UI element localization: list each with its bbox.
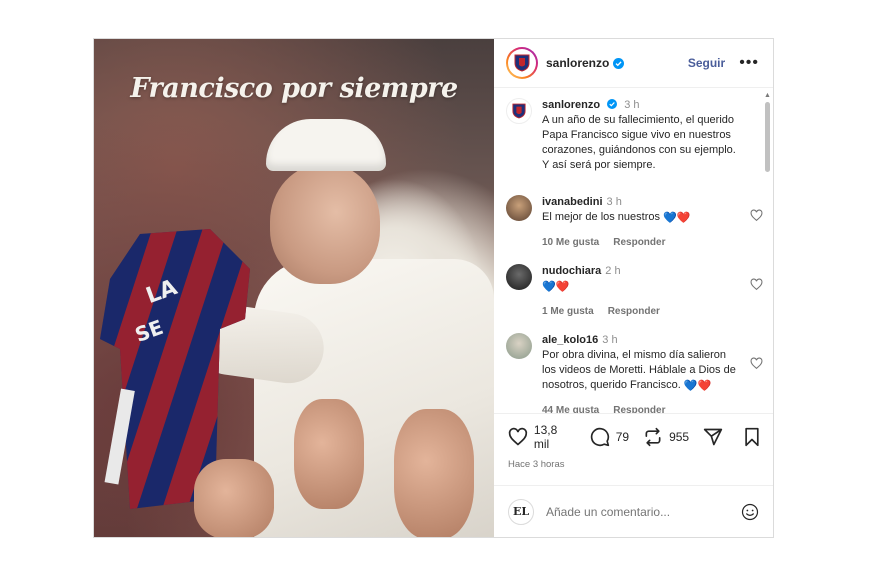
like-comment-heart-icon[interactable] bbox=[750, 209, 763, 222]
more-options-button[interactable]: ••• bbox=[739, 54, 759, 72]
caption-username[interactable]: sanlorenzo bbox=[542, 99, 600, 111]
image-figure-face bbox=[270, 164, 380, 284]
add-comment-bar: EL bbox=[494, 485, 773, 537]
comments-scrollbar[interactable]: ▲ ▼ bbox=[764, 92, 771, 413]
save-bookmark-icon[interactable] bbox=[743, 427, 761, 447]
san-lorenzo-crest-icon bbox=[514, 54, 530, 72]
comment-emoji: 💙❤️ bbox=[542, 281, 570, 293]
share-button[interactable] bbox=[703, 427, 729, 447]
caption-avatar[interactable] bbox=[506, 98, 532, 124]
comment-username[interactable]: ivanabedini bbox=[542, 196, 603, 208]
follow-button[interactable]: Seguir bbox=[688, 56, 725, 70]
share-send-icon bbox=[703, 428, 723, 445]
repost-count: 955 bbox=[669, 429, 690, 444]
comment-bubble-icon bbox=[590, 427, 609, 446]
like-comment-heart-icon[interactable] bbox=[750, 357, 763, 370]
comment-username[interactable]: ale_kolo16 bbox=[542, 334, 598, 346]
verified-badge-icon bbox=[607, 99, 618, 109]
post-actions-bar: 13,8 mil 79 955 bbox=[494, 413, 773, 459]
image-title: Francisco por siempre bbox=[130, 73, 458, 104]
comment-likes[interactable]: 1 Me gusta bbox=[542, 306, 594, 317]
instagram-post-card: LA SE Francisco por siempre sanlorenzo S… bbox=[93, 38, 774, 538]
repost-icon bbox=[645, 427, 661, 446]
comment-button[interactable]: 79 bbox=[590, 427, 629, 447]
comment-count: 79 bbox=[615, 429, 630, 444]
comment-avatar[interactable] bbox=[506, 333, 532, 359]
reply-button[interactable]: Responder bbox=[613, 237, 665, 248]
post-side-panel: sanlorenzo Seguir ••• ▲ ▼ bbox=[494, 39, 773, 537]
caption-time: 3 h bbox=[624, 99, 640, 111]
comment-emoji: 💙❤️ bbox=[663, 212, 691, 224]
post-header: sanlorenzo Seguir ••• bbox=[494, 39, 773, 88]
heart-icon bbox=[508, 427, 528, 446]
add-comment-input[interactable] bbox=[546, 504, 741, 519]
scroll-up-arrow-icon[interactable]: ▲ bbox=[764, 92, 771, 99]
comment-item: ivanabedini 3 h El mejor de los nuestros … bbox=[506, 195, 763, 250]
comment-text: El mejor de los nuestros bbox=[542, 211, 660, 223]
current-user-avatar[interactable]: EL bbox=[508, 498, 534, 525]
repost-button[interactable]: 955 bbox=[643, 427, 689, 447]
reply-button[interactable]: Responder bbox=[608, 306, 660, 317]
comments-list[interactable]: ▲ ▼ sanlorenzo 3 h A un bbox=[494, 88, 773, 413]
caption-text: A un año de su fallecimiento, el querido… bbox=[542, 114, 736, 171]
reply-button[interactable]: Responder bbox=[613, 405, 665, 413]
comment-item: ale_kolo16 3 h Por obra divina, el mismo … bbox=[506, 333, 763, 413]
like-button[interactable]: 13,8 mil bbox=[508, 423, 576, 451]
avatar[interactable] bbox=[506, 47, 538, 79]
san-lorenzo-crest-icon bbox=[512, 103, 526, 119]
image-figure-zucchetto bbox=[266, 119, 386, 171]
comment-time: 3 h bbox=[602, 334, 618, 346]
comment-avatar[interactable] bbox=[506, 264, 532, 290]
comment-likes[interactable]: 44 Me gusta bbox=[542, 405, 599, 413]
header-username[interactable]: sanlorenzo bbox=[546, 56, 609, 70]
like-count: 13,8 mil bbox=[533, 422, 558, 451]
caption: sanlorenzo 3 h A un año de su fallecimie… bbox=[506, 98, 743, 173]
scrollbar-thumb[interactable] bbox=[765, 102, 770, 172]
image-crowd-hand bbox=[294, 399, 364, 509]
verified-badge-icon bbox=[613, 57, 625, 69]
like-comment-heart-icon[interactable] bbox=[750, 278, 763, 291]
post-time-ago: Hace 3 horas bbox=[508, 459, 565, 470]
comment-likes[interactable]: 10 Me gusta bbox=[542, 237, 599, 248]
comment-item: nudochiara 2 h 💙❤️ 1 Me gusta Responder bbox=[506, 264, 763, 319]
post-image[interactable]: LA SE Francisco por siempre bbox=[94, 39, 494, 537]
comment-time: 3 h bbox=[606, 196, 622, 208]
comment-avatar[interactable] bbox=[506, 195, 532, 221]
image-crowd-hand bbox=[194, 459, 274, 537]
comment-emoji: 💙❤️ bbox=[683, 380, 712, 392]
comment-time: 2 h bbox=[605, 265, 621, 277]
image-crowd-hand bbox=[394, 409, 474, 537]
comment-username[interactable]: nudochiara bbox=[542, 265, 601, 277]
emoji-picker-icon[interactable] bbox=[741, 503, 759, 521]
